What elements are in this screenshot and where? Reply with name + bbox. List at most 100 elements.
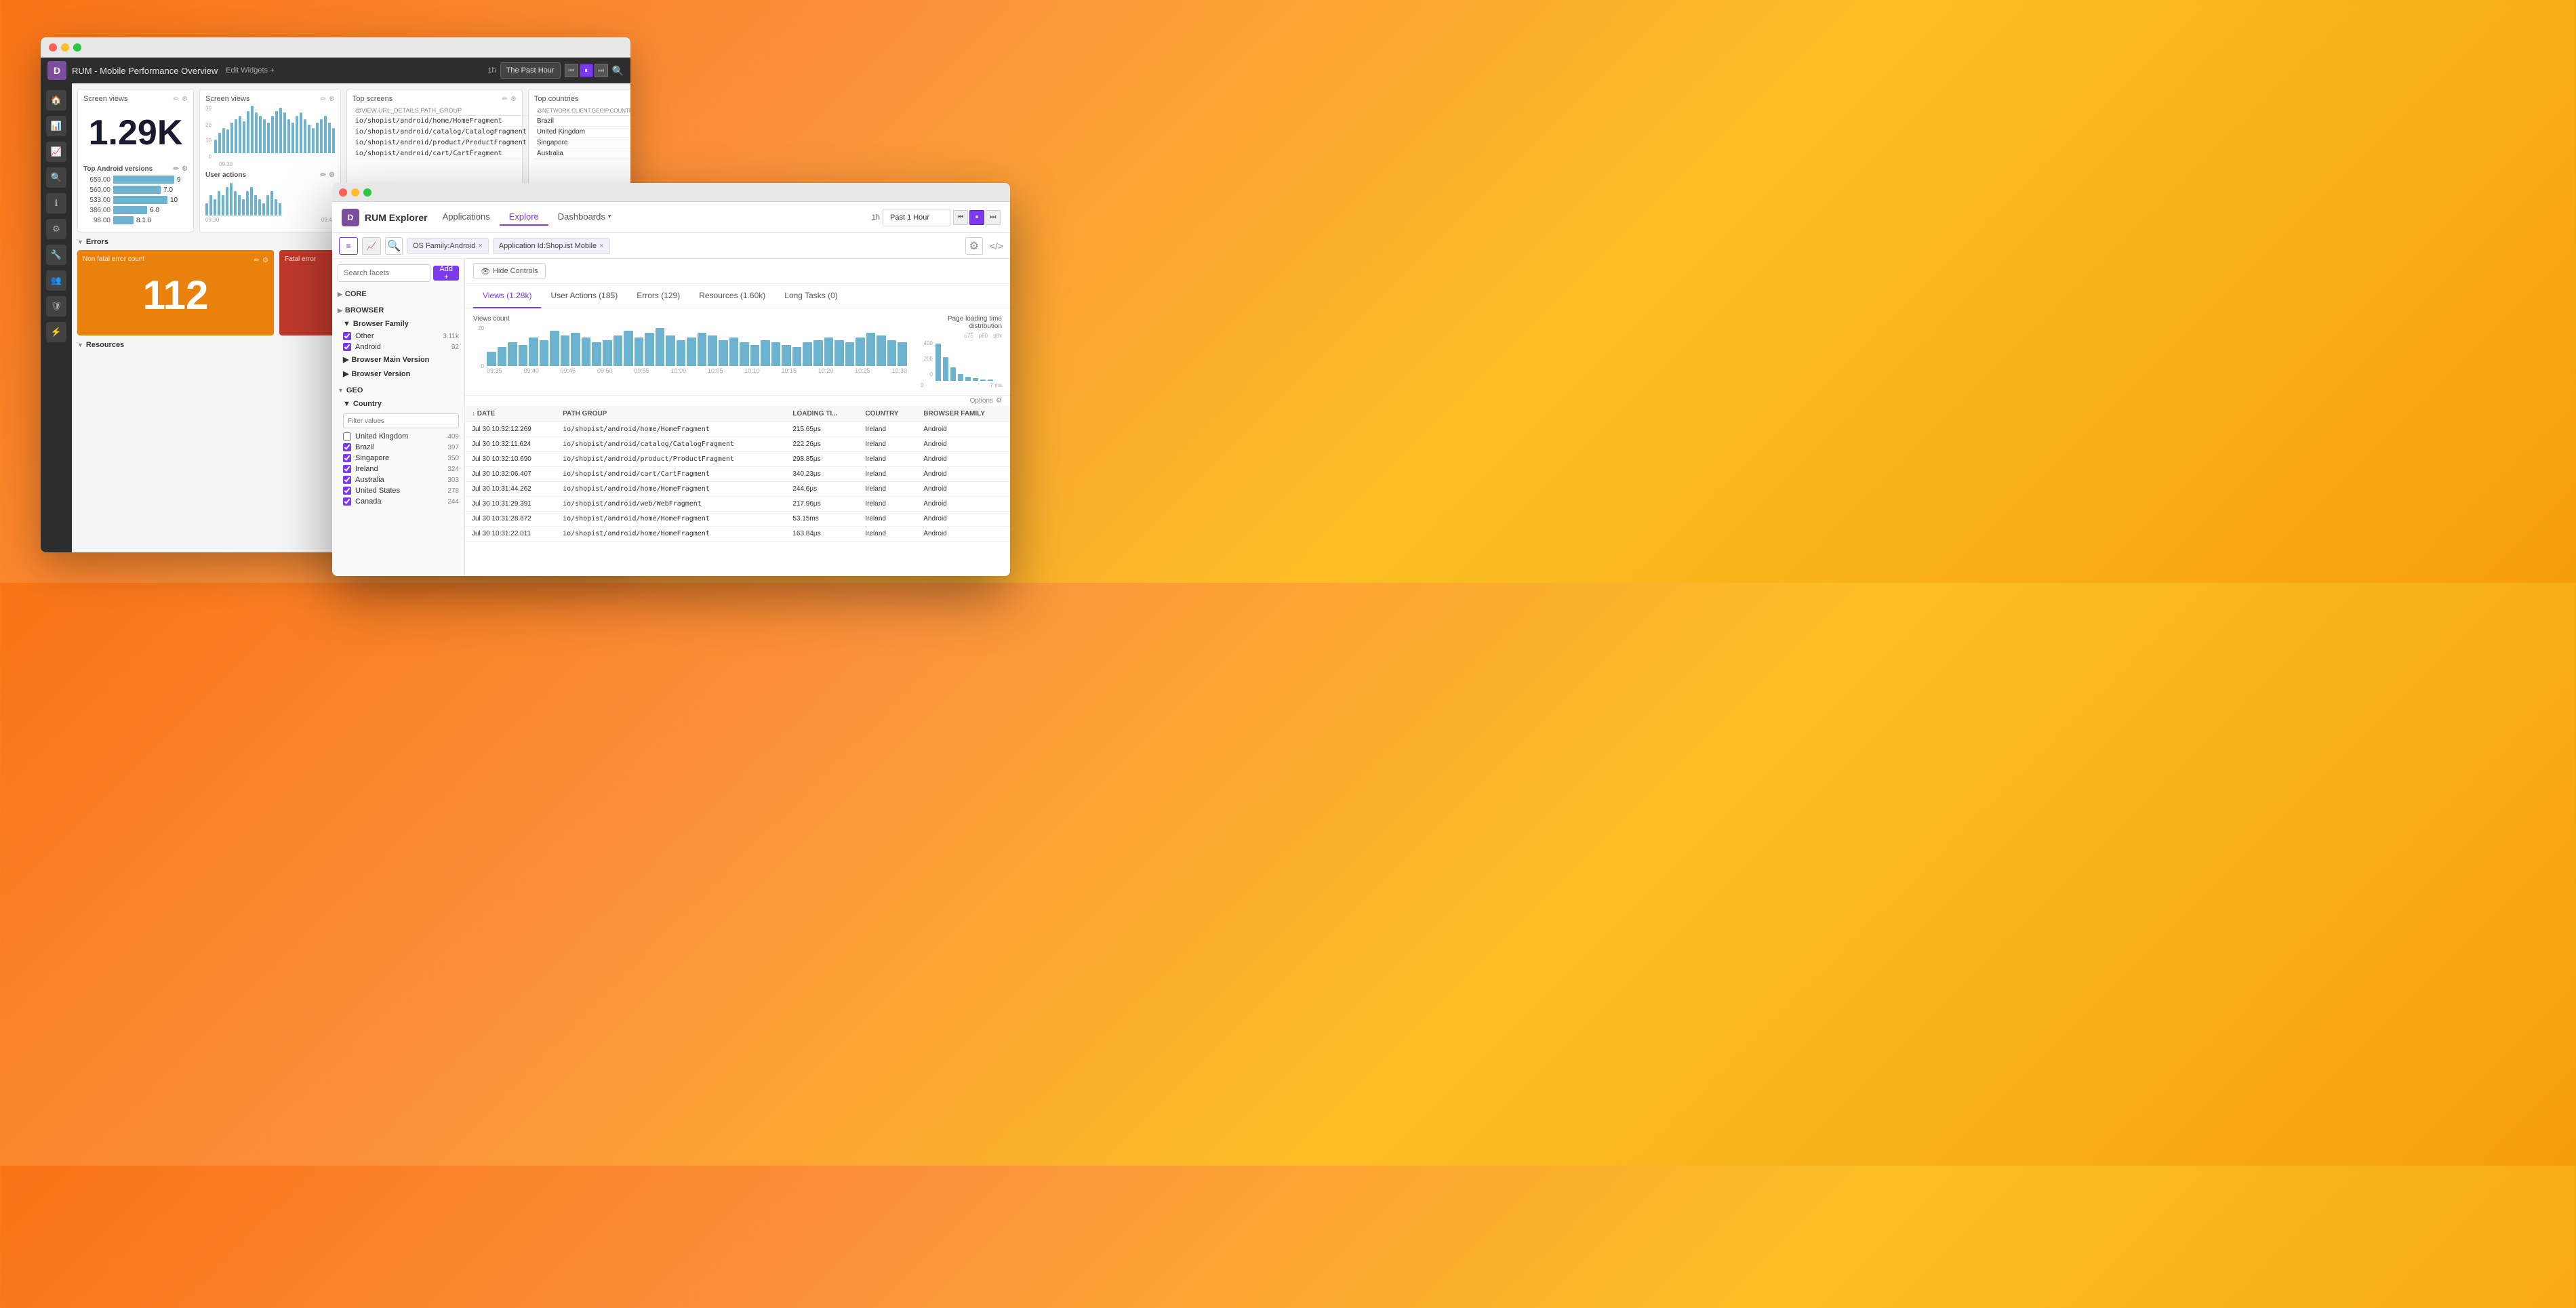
- sidebar-shield[interactable]: 🛡: [46, 296, 66, 316]
- th-date[interactable]: ↓ DATE: [465, 406, 556, 422]
- tab-long-tasks[interactable]: Long Tasks (0): [775, 284, 847, 308]
- sidebar-charts[interactable]: 📈: [46, 142, 66, 162]
- th-loading[interactable]: LOADING TI...: [786, 406, 858, 422]
- os-filter-remove[interactable]: ×: [478, 242, 482, 250]
- search-btn[interactable]: 🔍: [612, 65, 624, 77]
- th-browser[interactable]: BROWSER FAMILY: [917, 406, 1010, 422]
- nav-dashboards[interactable]: Dashboards ▾: [548, 209, 621, 226]
- table-row: Australia129: [534, 148, 630, 159]
- list-view-btn[interactable]: ≡: [339, 237, 358, 255]
- app-filter-pill[interactable]: Application Id:Shop.ist Mobile ×: [493, 238, 610, 254]
- hide-controls-btn[interactable]: 👁 Hide Controls: [473, 263, 546, 279]
- country-ireland-checkbox[interactable]: [343, 465, 351, 473]
- country-subsection[interactable]: ▼ Country: [332, 397, 464, 411]
- table-row[interactable]: Jul 30 10:32:11.624 io/shopist/android/c…: [465, 437, 1010, 452]
- table-row[interactable]: Jul 30 10:31:22.011 io/shopist/android/h…: [465, 527, 1010, 541]
- app-filter-remove[interactable]: ×: [599, 242, 603, 250]
- table-row[interactable]: Jul 30 10:31:29.391 io/shopist/android/w…: [465, 497, 1010, 512]
- maximize-btn-2[interactable]: [363, 188, 371, 197]
- prev-btn-2[interactable]: ⏮: [953, 210, 968, 225]
- country-canada-checkbox[interactable]: [343, 497, 351, 506]
- settings-btn-2[interactable]: ⚙: [965, 237, 983, 255]
- chart-view-btn[interactable]: 📈: [362, 237, 381, 255]
- sidebar-tools[interactable]: 🔧: [46, 245, 66, 265]
- browser-family-label: Browser Family: [353, 320, 409, 328]
- bar: [845, 342, 855, 366]
- search-btn-2[interactable]: 🔍: [385, 237, 403, 255]
- tab-errors[interactable]: Errors (129): [627, 284, 689, 308]
- sidebar-bolt[interactable]: ⚡: [46, 322, 66, 342]
- tab-user-actions[interactable]: User Actions (185): [541, 284, 627, 308]
- country-uk-checkbox[interactable]: [343, 432, 351, 441]
- nav-applications[interactable]: Applications: [433, 209, 500, 226]
- window-titlebar-1: [41, 37, 630, 58]
- country-filter-input[interactable]: [343, 413, 459, 428]
- add-facet-btn[interactable]: Add +: [433, 266, 459, 281]
- sidebar-search[interactable]: 🔍: [46, 167, 66, 188]
- browser-header[interactable]: ▶ BROWSER: [332, 304, 464, 317]
- country-australia-checkbox[interactable]: [343, 476, 351, 484]
- th-path[interactable]: PATH GROUP: [556, 406, 786, 422]
- facet-search-input[interactable]: [338, 264, 430, 282]
- table-row[interactable]: Jul 30 10:31:28.672 io/shopist/android/h…: [465, 512, 1010, 527]
- pause-btn[interactable]: ⏸: [580, 64, 593, 77]
- next-btn[interactable]: ⏭: [595, 64, 608, 77]
- th-country[interactable]: COUNTRY: [858, 406, 917, 422]
- minimize-btn-2[interactable]: [351, 188, 359, 197]
- table-row: io/shopist/android/cart/CartFragment118: [353, 148, 557, 159]
- browser-version-subsection[interactable]: ▶ Browser Version: [332, 367, 464, 381]
- app-filter-text: Application Id:Shop.ist Mobile: [499, 242, 597, 250]
- browser-family-subsection[interactable]: ▼ Browser Family: [332, 317, 464, 331]
- sidebar-dashboard[interactable]: 📊: [46, 116, 66, 136]
- edit-icon[interactable]: ✏: [174, 96, 179, 103]
- load-bar: [943, 357, 948, 381]
- prev-btn[interactable]: ⏮: [565, 64, 578, 77]
- code-btn[interactable]: </>: [990, 241, 1003, 251]
- close-btn-1[interactable]: [49, 43, 57, 52]
- browser-family-other: Other 3.11k: [332, 331, 464, 342]
- os-filter-pill[interactable]: OS Family:Android ×: [407, 238, 489, 254]
- more-icon[interactable]: ⚙: [182, 96, 188, 103]
- geo-header[interactable]: ▼ GEO: [332, 384, 464, 397]
- country-ireland-name: Ireland: [355, 465, 378, 473]
- country-us-checkbox[interactable]: [343, 487, 351, 495]
- country-singapore-checkbox[interactable]: [343, 454, 351, 462]
- table-row[interactable]: Jul 30 10:31:44.262 io/shopist/android/h…: [465, 482, 1010, 497]
- browser-family-other-checkbox[interactable]: [343, 332, 351, 340]
- browser-main-version-subsection[interactable]: ▶ Browser Main Version: [332, 352, 464, 367]
- next-btn-2[interactable]: ⏭: [986, 210, 1001, 225]
- sidebar-users[interactable]: 👥: [46, 270, 66, 291]
- maximize-btn-1[interactable]: [73, 43, 81, 52]
- time-selector[interactable]: The Past Hour: [500, 62, 561, 79]
- minimize-btn-1[interactable]: [61, 43, 69, 52]
- playback-controls: ⏮ ⏸ ⏭: [565, 64, 608, 77]
- options-label[interactable]: Options: [970, 397, 993, 405]
- tab-resources[interactable]: Resources (1.60k): [689, 284, 775, 308]
- table-row[interactable]: Jul 30 10:32:12.269 io/shopist/android/h…: [465, 422, 1010, 437]
- pause-btn-2[interactable]: ⏸: [969, 210, 984, 225]
- country-brazil-checkbox[interactable]: [343, 443, 351, 451]
- sidebar-info[interactable]: ℹ: [46, 193, 66, 213]
- android-versions-title: Top Android versions: [83, 165, 153, 173]
- core-header[interactable]: ▶ CORE: [332, 287, 464, 301]
- bar: [582, 338, 591, 366]
- path-cell: io/shopist/android/catalog/CatalogFragme…: [556, 437, 786, 452]
- edit-widgets-btn[interactable]: Edit Widgets +: [226, 66, 274, 75]
- nav-explore[interactable]: Explore: [500, 209, 548, 226]
- close-btn-2[interactable]: [339, 188, 347, 197]
- android-version-row-3: 533.00 10: [83, 196, 188, 204]
- tab-views[interactable]: Views (1.28k): [473, 284, 541, 308]
- sidebar-home[interactable]: 🏠: [46, 90, 66, 110]
- table-row[interactable]: Jul 30 10:32:06.407 io/shopist/android/c…: [465, 467, 1010, 482]
- browser-family-android-checkbox[interactable]: [343, 343, 351, 351]
- sidebar-settings[interactable]: ⚙: [46, 219, 66, 239]
- options-gear-icon[interactable]: ⚙: [996, 397, 1002, 405]
- table-row[interactable]: Jul 30 10:32:10.690 io/shopist/android/p…: [465, 452, 1010, 467]
- ua-xaxis: 09:3009:45: [205, 217, 335, 223]
- facets-sidebar: Add + ▶ CORE ▶ BROWSER ▼ Browser: [332, 259, 465, 576]
- load-bar: [965, 377, 971, 381]
- top-countries-title: Top countries: [534, 95, 578, 103]
- charts-area: Views count 200 09:3509:4009:4509:50 09:…: [465, 308, 1010, 396]
- time-label-2[interactable]: Past 1 Hour: [883, 209, 950, 226]
- country-cell: Ireland: [858, 452, 917, 467]
